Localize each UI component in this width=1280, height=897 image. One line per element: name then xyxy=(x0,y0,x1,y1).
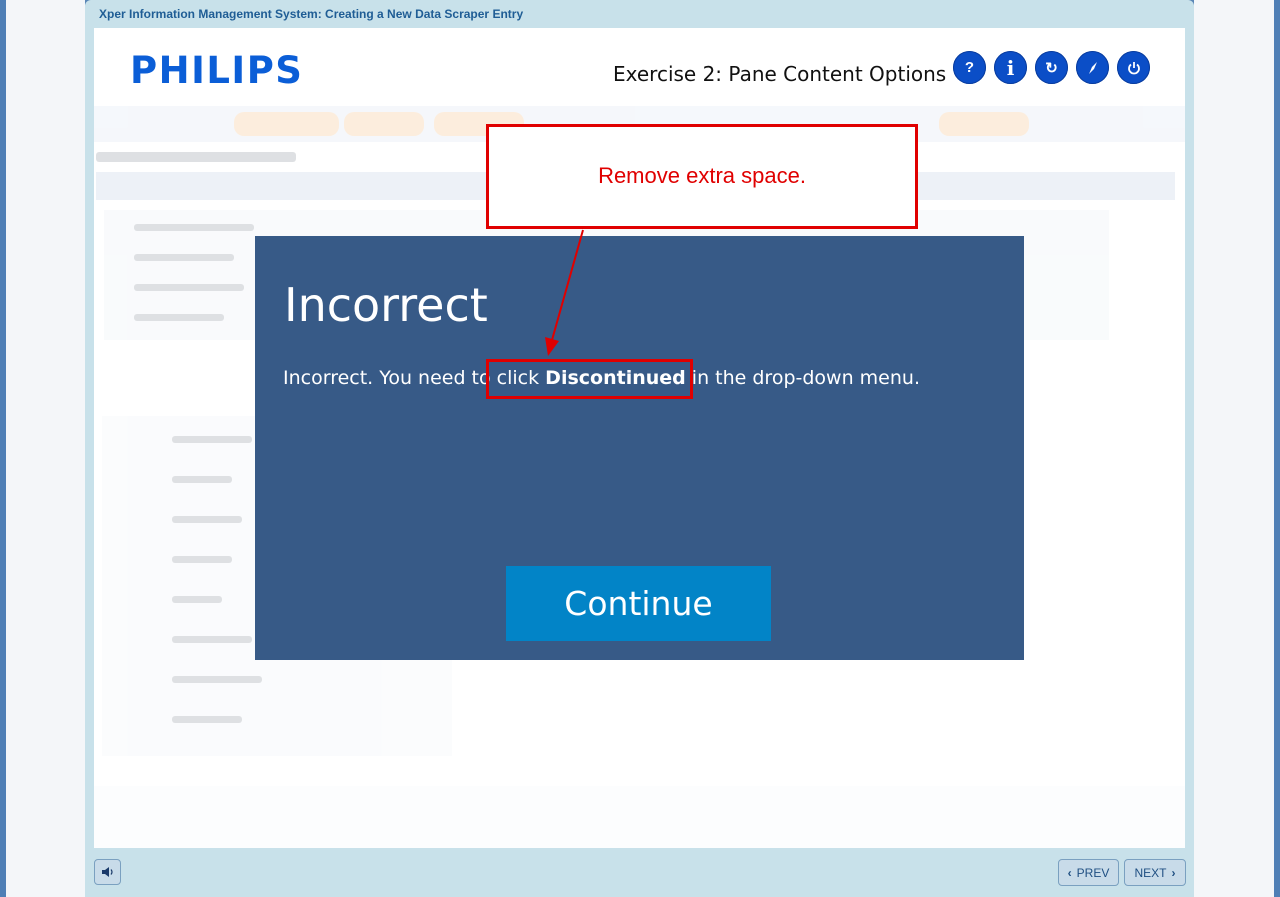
window-title: Xper Information Management System: Crea… xyxy=(99,7,524,21)
chevron-left-icon: ‹ xyxy=(1067,865,1072,880)
info-icon[interactable]: i xyxy=(994,51,1027,84)
philips-logo: PHILIPS xyxy=(130,49,304,92)
help-icon[interactable]: ? xyxy=(953,51,986,84)
compass-icon[interactable] xyxy=(1076,51,1109,84)
continue-button[interactable]: Continue xyxy=(506,566,771,641)
next-button[interactable]: NEXT › xyxy=(1124,859,1186,886)
review-callout: Remove extra space. xyxy=(486,124,918,229)
bg-tab xyxy=(344,112,424,136)
incorrect-feedback-dialog: Incorrect Incorrect. You need to click D… xyxy=(255,236,1024,660)
chevron-right-icon: › xyxy=(1171,865,1176,880)
dialog-title: Incorrect xyxy=(284,278,488,332)
power-icon[interactable] xyxy=(1117,51,1150,84)
next-label: NEXT xyxy=(1134,865,1167,880)
compass-needle-icon xyxy=(1088,61,1097,74)
replay-icon[interactable]: ↻ xyxy=(1035,51,1068,84)
message-text-end: in the drop-down menu. xyxy=(685,367,920,389)
bg-footer xyxy=(94,786,1185,848)
speaker-icon xyxy=(101,867,113,877)
prev-label: PREV xyxy=(1076,865,1110,880)
audio-toggle-button[interactable] xyxy=(94,859,121,885)
prev-button[interactable]: ‹ PREV xyxy=(1058,859,1119,886)
review-highlight-box xyxy=(486,359,693,399)
toolbar-icons: ? i ↻ xyxy=(953,51,1150,84)
power-symbol-icon xyxy=(1127,61,1140,74)
bg-tab xyxy=(234,112,339,136)
left-desktop-strip xyxy=(0,0,85,897)
callout-text: Remove extra space. xyxy=(598,162,806,188)
exercise-title: Exercise 2: Pane Content Options xyxy=(613,62,947,86)
bg-tab xyxy=(939,112,1029,136)
right-desktop-strip xyxy=(1194,0,1280,897)
